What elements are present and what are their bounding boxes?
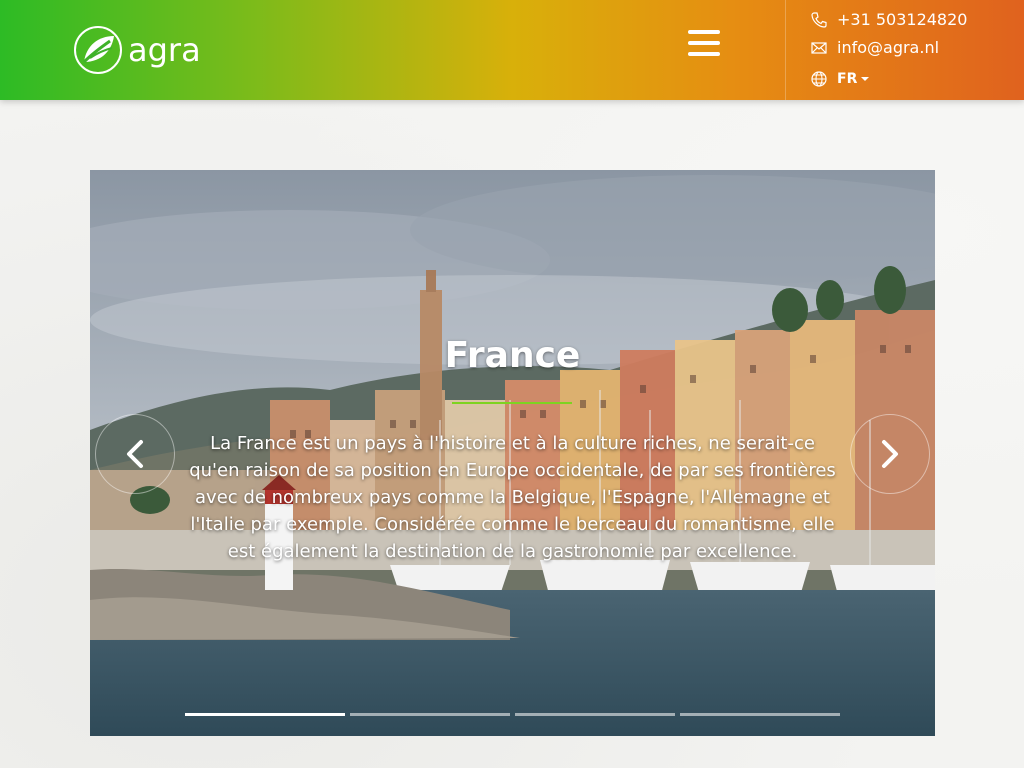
slider-prev-button[interactable] (95, 414, 175, 494)
slide-title: France (444, 335, 581, 376)
title-divider (452, 402, 572, 404)
slide-indicator-1[interactable] (185, 713, 345, 716)
site-header: agra +31 503124820 info@agra.nl FR (0, 0, 1024, 100)
leaf-logo-icon (74, 26, 122, 74)
hamburger-menu-button[interactable] (688, 30, 722, 60)
mail-icon (811, 41, 827, 54)
agra-logo[interactable]: agra (74, 26, 201, 74)
email-link[interactable]: info@agra.nl (810, 38, 939, 57)
language-selector[interactable]: FR (810, 70, 870, 88)
hero-slider[interactable]: France La France est un pays à l'histoir… (90, 170, 935, 736)
slide-description: La France est un pays à l'histoire et à … (189, 433, 836, 562)
language-label: FR (837, 71, 858, 87)
phone-icon (811, 11, 827, 28)
phone-link[interactable]: +31 503124820 (810, 10, 967, 29)
slide-indicator-4[interactable] (680, 713, 840, 716)
hamburger-icon (688, 30, 720, 34)
logo-text: agra (128, 31, 201, 69)
slide-indicator-2[interactable] (350, 713, 510, 716)
chevron-right-icon (882, 440, 898, 468)
caret-down-icon (861, 77, 870, 81)
slider-pagination (185, 713, 845, 716)
globe-icon (811, 71, 827, 87)
contact-panel: +31 503124820 info@agra.nl FR (785, 0, 1024, 100)
slide-indicator-3[interactable] (515, 713, 675, 716)
phone-number: +31 503124820 (837, 10, 968, 29)
email-address: info@agra.nl (837, 38, 940, 57)
chevron-left-icon (127, 440, 143, 468)
slider-next-button[interactable] (850, 414, 930, 494)
